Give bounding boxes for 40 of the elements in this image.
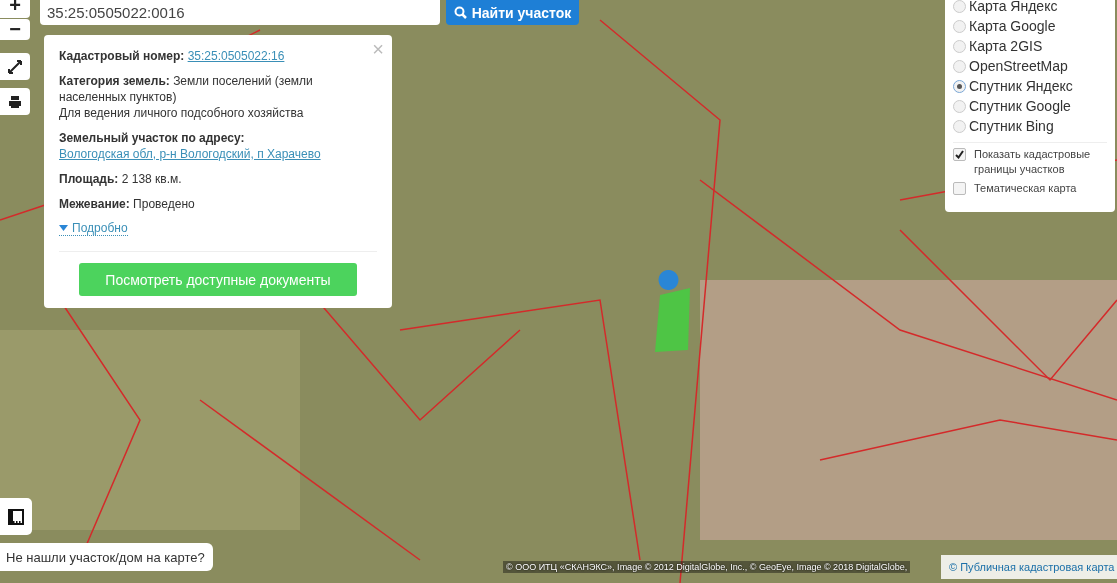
info-field: Межевание: Проведено	[59, 196, 377, 212]
expand-icon	[8, 59, 22, 74]
radio-icon[interactable]	[953, 59, 966, 73]
search-field[interactable]: 35:25:0505022:0016	[40, 0, 440, 25]
caret-icon	[59, 225, 68, 231]
info-field: Земельный участок по адресу: Вологодская обл, р-н Вологодский, п Харачево	[59, 130, 377, 162]
radio-icon[interactable]	[953, 19, 966, 33]
zoom-out-button[interactable]: −	[0, 19, 30, 40]
checkbox-icon[interactable]	[953, 182, 966, 195]
radio-icon[interactable]	[953, 39, 966, 53]
layer-option[interactable]: Спутник Google	[953, 96, 1107, 116]
info-link[interactable]: 35:25:0505022:16	[187, 49, 285, 63]
info-link[interactable]: Вологодская обл, р-н Вологодский, п Харачево	[59, 146, 365, 162]
radio-icon[interactable]	[953, 119, 966, 133]
info-field: Площадь: 2 138 кв.м.	[59, 171, 377, 187]
layer-option[interactable]: OpenStreetMap	[953, 56, 1107, 76]
layer-option[interactable]: Карта Яндекс	[953, 0, 1107, 16]
print-icon	[8, 94, 22, 109]
find-button[interactable]: Найти участок	[446, 0, 579, 25]
option-checkbox[interactable]: Показать кадастровые границы участков	[953, 147, 1107, 177]
layer-option[interactable]: Спутник Яндекс	[953, 76, 1107, 96]
option-checkbox[interactable]: Тематическая карта	[953, 181, 1107, 196]
radio-icon[interactable]	[953, 99, 966, 113]
zoom-in-button[interactable]: +	[0, 0, 30, 18]
details-link[interactable]: Подробно	[59, 221, 128, 236]
source-link[interactable]: © Публичная кадастровая карта	[941, 555, 1117, 579]
radio-icon[interactable]	[953, 79, 966, 93]
checkbox-icon[interactable]	[953, 148, 966, 161]
map-attribution: © ООО ИТЦ «СКАНЭКС», Image © 2012 DigitalGlobe, Inc., © GeoEye, Image © 2018 DigitalGlobe,	[503, 561, 911, 573]
fullscreen-button[interactable]	[0, 53, 30, 80]
radio-icon[interactable]	[953, 0, 966, 13]
legend-icon	[8, 508, 24, 525]
info-field: Категория земель: Земли поселений (земли населенных пунктов) Для ведения личного подсобного хозяйства	[59, 73, 377, 121]
search-icon	[453, 6, 467, 19]
help-button[interactable]: Не нашли участок/дом на карте?	[0, 543, 213, 571]
layer-option[interactable]: Карта 2GIS	[953, 36, 1107, 56]
layer-option[interactable]: Карта Google	[953, 16, 1107, 36]
print-button[interactable]	[0, 88, 30, 115]
layer-option[interactable]: Спутник Bing	[953, 116, 1107, 136]
legend-button[interactable]	[0, 498, 32, 535]
